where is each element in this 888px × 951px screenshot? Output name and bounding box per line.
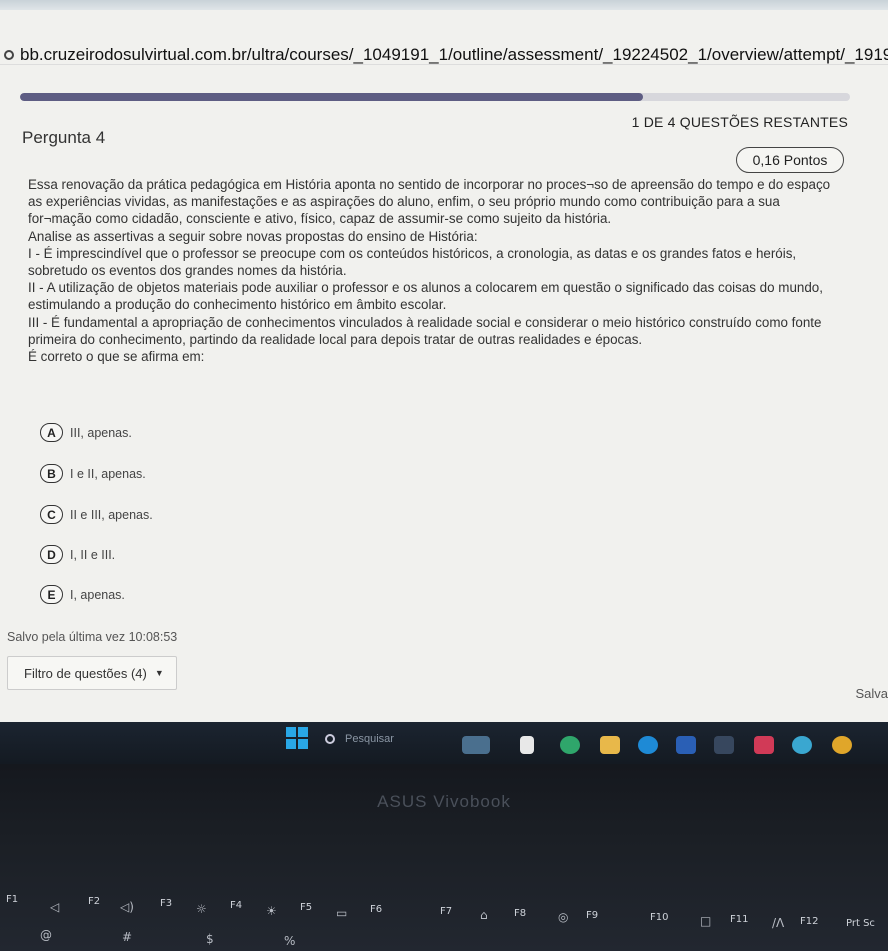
option-e[interactable]: E I, apenas. <box>40 585 125 604</box>
app-icon[interactable] <box>754 736 774 754</box>
browser-icon[interactable] <box>560 736 580 754</box>
display-icon: ▭ <box>336 906 348 920</box>
key-f5: F5 <box>300 902 313 913</box>
progress-fill <box>20 93 643 101</box>
filter-label[interactable]: Filtro de questões (4) <box>24 666 147 681</box>
question-paragraph: Analise as assertivas a seguir sobre nov… <box>28 228 478 244</box>
option-letter[interactable]: E <box>40 585 63 604</box>
option-text[interactable]: II e III, apenas. <box>70 508 153 522</box>
key-f12: F12 <box>800 916 819 927</box>
key-f2: F2 <box>88 896 101 907</box>
touchpad-icon: ⌂ <box>480 908 488 922</box>
chrome-icon[interactable] <box>832 736 852 754</box>
address-bar[interactable]: bb.cruzeirodosulvirtual.com.br/ultra/cou… <box>0 40 888 70</box>
widgets-icon[interactable] <box>462 736 490 754</box>
key-at: @ <box>40 928 52 942</box>
question-title: Pergunta 4 <box>22 128 106 147</box>
save-button[interactable]: Salva <box>855 686 888 701</box>
function-keys: F1 ◁ F2 ◁) F3 ☼ F4 ☀ F5 ▭ F6 F7 ⌂ F8 ◎ F… <box>0 894 888 948</box>
store-icon[interactable] <box>676 736 696 754</box>
myasus-icon: /Λ <box>772 916 785 930</box>
question-filter-dropdown[interactable]: Filtro de questões (4) ▼ <box>7 656 177 690</box>
taskbar-search-placeholder[interactable]: Pesquisar <box>345 733 394 745</box>
windows-start-icon[interactable] <box>286 727 308 749</box>
header-divider <box>0 64 888 65</box>
key-f10: F10 <box>650 912 669 923</box>
edge-icon[interactable] <box>638 736 658 754</box>
key-f3: F3 <box>160 898 173 909</box>
key-f6: F6 <box>370 904 383 915</box>
search-icon <box>325 734 335 744</box>
browser-tab-strip <box>0 0 888 10</box>
key-f8: F8 <box>514 908 527 919</box>
key-hash: # <box>122 930 133 944</box>
question-paragraph: Essa renovação da prática pedagógica em … <box>28 177 831 227</box>
laptop-bezel: ASUS Vivobook F1 ◁ F2 ◁) F3 ☼ F4 ☀ F5 ▭ … <box>0 764 888 951</box>
windows-taskbar: Pesquisar <box>0 722 888 764</box>
option-letter[interactable]: C <box>40 505 63 524</box>
option-b[interactable]: B I e II, apenas. <box>40 464 146 483</box>
option-text[interactable]: I, II e III. <box>70 548 115 562</box>
mute-icon: ◁ <box>50 900 60 914</box>
option-letter[interactable]: D <box>40 545 63 564</box>
option-text[interactable]: I, apenas. <box>70 588 125 602</box>
option-d[interactable]: D I, II e III. <box>40 545 115 564</box>
key-percent: % <box>284 934 296 948</box>
option-letter[interactable]: B <box>40 464 63 483</box>
taskbar-search[interactable]: Pesquisar <box>325 728 435 750</box>
address-url[interactable]: bb.cruzeirodosulvirtual.com.br/ultra/cou… <box>20 45 888 65</box>
question-text: Essa renovação da prática pedagógica em … <box>28 176 838 365</box>
last-saved-text: Salvo pela última vez 10:08:53 <box>7 630 178 644</box>
assertion-3: III - É fundamental a apropriação de con… <box>28 314 822 347</box>
assertion-1: I - É imprescindível que o professor se … <box>28 245 797 279</box>
key-print-screen: Prt Sc <box>846 918 875 929</box>
key-f11: F11 <box>730 914 749 925</box>
points-badge: 0,16 Pontos <box>736 147 844 173</box>
assertion-2: II - A utilização de objetos materiais p… <box>28 280 823 313</box>
file-explorer-icon[interactable] <box>520 736 534 754</box>
brightness-up-icon: ☀ <box>266 904 277 918</box>
option-a[interactable]: A III, apenas. <box>40 423 132 442</box>
brightness-down-icon: ☼ <box>196 902 207 916</box>
option-letter[interactable]: A <box>40 423 63 442</box>
app-icon[interactable] <box>714 736 734 754</box>
progress-bar <box>20 93 850 101</box>
question-prompt: É correto o que se afirma em: <box>28 349 205 365</box>
camera-icon: ◎ <box>558 910 569 924</box>
volume-down-icon: ◁) <box>120 900 134 914</box>
key-f7: F7 <box>440 906 453 917</box>
option-text[interactable]: I e II, apenas. <box>70 467 146 481</box>
laptop-brand: ASUS Vivobook <box>377 792 511 811</box>
key-f9: F9 <box>586 910 599 921</box>
folder-icon[interactable] <box>600 736 620 754</box>
option-c[interactable]: C II e III, apenas. <box>40 505 153 524</box>
screen-icon: □ <box>700 914 712 928</box>
option-text[interactable]: III, apenas. <box>70 426 132 440</box>
key-dollar: $ <box>206 932 214 946</box>
app-icon[interactable] <box>792 736 812 754</box>
questions-remaining: 1 DE 4 QUESTÕES RESTANTES <box>631 114 848 130</box>
site-info-icon[interactable] <box>4 50 14 60</box>
chevron-down-icon[interactable]: ▼ <box>155 668 164 678</box>
key-f4: F4 <box>230 900 243 911</box>
key-f1: F1 <box>6 894 19 905</box>
